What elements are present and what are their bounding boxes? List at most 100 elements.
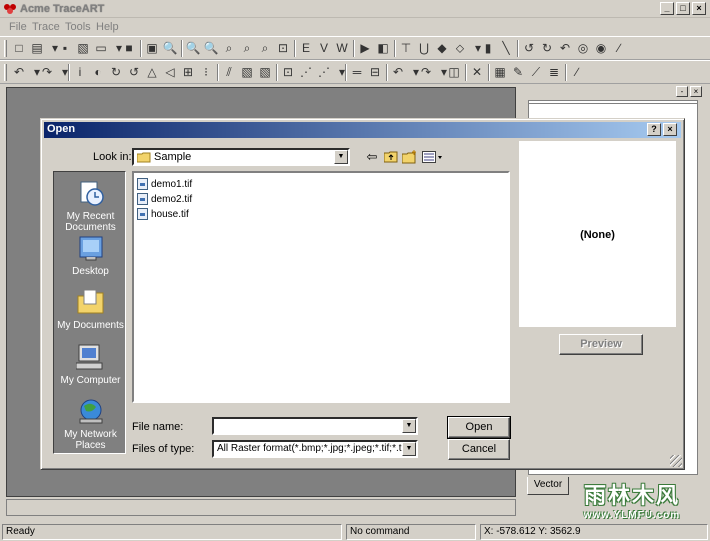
toolbar-tool-icon[interactable]: ↶ xyxy=(390,64,406,80)
file-list[interactable]: demo1.tif demo2.tif house.tif xyxy=(132,171,510,403)
panel-minimize-button[interactable]: - xyxy=(676,86,688,97)
menu-trace[interactable]: Trace xyxy=(32,21,60,33)
toolbar-tool-icon[interactable]: ▭ xyxy=(93,40,109,56)
toolbar-tool-icon[interactable]: ◐ xyxy=(90,64,106,80)
toolbar-tool-icon[interactable]: ↺ xyxy=(521,40,537,56)
toolbar-tool-icon[interactable]: ◎ xyxy=(575,40,591,56)
toolbar-tool-icon[interactable]: ◁ xyxy=(162,64,178,80)
toolbar-grip[interactable] xyxy=(4,40,7,57)
toolbar-tool-icon[interactable]: ↻ xyxy=(539,40,555,56)
dialog-close-button[interactable]: × xyxy=(663,123,677,136)
toolbar-tool-icon[interactable]: ▤ xyxy=(29,40,45,56)
menu-help[interactable]: Help xyxy=(96,21,119,33)
file-name-input[interactable]: ▼ xyxy=(212,417,418,435)
toolbar-tool-icon[interactable]: ⋰ xyxy=(316,64,332,80)
toolbar-tool-icon[interactable]: ↷ xyxy=(39,64,55,80)
toolbar-tool-icon[interactable]: V xyxy=(316,40,332,56)
toolbar-tool-icon[interactable]: ═ xyxy=(349,64,365,80)
view-menu-icon[interactable] xyxy=(421,149,445,165)
menu-tools[interactable]: Tools xyxy=(65,21,91,33)
toolbar-tool-icon[interactable]: ⌕ xyxy=(257,40,273,56)
place-network[interactable]: My Network Places xyxy=(54,396,127,451)
toolbar-tool-icon[interactable]: ⋃ xyxy=(416,40,432,56)
place-desktop[interactable]: Desktop xyxy=(54,233,127,277)
toolbar-tool-icon[interactable]: ⊤ xyxy=(398,40,414,56)
toolbar-tool-icon[interactable]: ⊡ xyxy=(280,64,296,80)
toolbar-tool-icon[interactable]: ↷ xyxy=(418,64,434,80)
file-item[interactable]: demo2.tif xyxy=(137,192,192,206)
new-folder-icon[interactable] xyxy=(401,149,419,165)
toolbar-tool-icon[interactable]: ▾ xyxy=(334,64,350,80)
open-button[interactable]: Open xyxy=(447,416,511,439)
resize-grip[interactable] xyxy=(670,455,682,467)
toolbar-tool-icon[interactable]: ▮ xyxy=(480,40,496,56)
preview-button[interactable]: Preview xyxy=(559,334,643,355)
toolbar-tool-icon[interactable]: ⟋ xyxy=(528,64,544,80)
menu-file[interactable]: File xyxy=(9,21,27,33)
toolbar-tool-icon[interactable]: ▧ xyxy=(75,40,91,56)
toolbar-tool-icon[interactable]: ↶ xyxy=(557,40,573,56)
toolbar-tool-icon[interactable]: ◫ xyxy=(446,64,462,80)
toolbar-tool-icon[interactable]: ⁝ xyxy=(198,64,214,80)
look-in-dropdown[interactable]: Sample ▼ xyxy=(132,148,350,166)
toolbar-tool-icon[interactable]: ✎ xyxy=(510,64,526,80)
close-button[interactable]: × xyxy=(692,2,706,15)
toolbar-tool-icon[interactable]: ↶ xyxy=(11,64,27,80)
toolbar-tool-icon[interactable]: ↺ xyxy=(126,64,142,80)
up-folder-icon[interactable] xyxy=(382,149,400,165)
minimize-button[interactable]: _ xyxy=(660,2,674,15)
toolbar-tool-icon[interactable]: 🔍 xyxy=(185,40,201,56)
toolbar-tool-icon[interactable]: ▣ xyxy=(144,40,160,56)
chevron-down-icon[interactable]: ▼ xyxy=(334,150,348,164)
dialog-help-button[interactable]: ? xyxy=(647,123,661,136)
place-recent-documents[interactable]: My Recent Documents xyxy=(54,178,127,233)
toolbar-tool-icon[interactable]: ↻ xyxy=(108,64,124,80)
back-icon[interactable]: ⇦ xyxy=(363,149,381,165)
panel-close-button[interactable]: × xyxy=(690,86,702,97)
toolbar-tool-icon[interactable]: ◆ xyxy=(434,40,450,56)
toolbar-tool-icon[interactable]: ✕ xyxy=(469,64,485,80)
toolbar-tool-icon[interactable]: ▦ xyxy=(492,64,508,80)
toolbar-tool-icon[interactable]: ≣ xyxy=(546,64,562,80)
toolbar-tool-icon[interactable]: ⫽ xyxy=(221,64,237,80)
toolbar-tool-icon[interactable]: △ xyxy=(144,64,160,80)
toolbar-tool-icon[interactable]: ▶ xyxy=(357,40,373,56)
file-item[interactable]: demo1.tif xyxy=(137,177,192,191)
toolbar-separator xyxy=(276,64,278,81)
cancel-button[interactable]: Cancel xyxy=(448,439,510,460)
toolbar-tool-icon[interactable]: 🔍 xyxy=(203,40,219,56)
toolbar-tool-icon[interactable]: i xyxy=(72,64,88,80)
toolbar-tool-icon[interactable]: ▾ xyxy=(57,64,73,80)
toolbar-tool-icon[interactable]: ▪ xyxy=(57,40,73,56)
file-item[interactable]: house.tif xyxy=(137,207,189,221)
toolbar-tool-icon[interactable]: ⌕ xyxy=(221,40,237,56)
toolbar-tool-icon[interactable]: ∕ xyxy=(611,40,627,56)
place-my-computer[interactable]: My Computer xyxy=(54,342,127,386)
toolbar-tool-icon[interactable]: ╲ xyxy=(498,40,514,56)
toolbar-tool-icon[interactable]: E xyxy=(298,40,314,56)
horizontal-scrollbar[interactable] xyxy=(6,499,516,516)
toolbar-tool-icon[interactable]: ⋰ xyxy=(298,64,314,80)
place-my-documents[interactable]: My Documents xyxy=(54,287,127,331)
toolbar-separator xyxy=(565,64,567,81)
toolbar-tool-icon[interactable]: □ xyxy=(11,40,27,56)
toolbar-tool-icon[interactable]: ■ xyxy=(121,40,137,56)
toolbar-tool-icon[interactable]: ◉ xyxy=(593,40,609,56)
toolbar-tool-icon[interactable]: ▧ xyxy=(257,64,273,80)
toolbar-grip[interactable] xyxy=(4,64,7,81)
toolbar-tool-icon[interactable]: ⊞ xyxy=(180,64,196,80)
toolbar-tool-icon[interactable]: ∕ xyxy=(569,64,585,80)
chevron-down-icon[interactable]: ▼ xyxy=(402,442,416,456)
toolbar-tool-icon[interactable]: ⌕ xyxy=(239,40,255,56)
toolbar-tool-icon[interactable]: ⊟ xyxy=(367,64,383,80)
toolbar-tool-icon[interactable]: ◧ xyxy=(375,40,391,56)
maximize-button[interactable]: □ xyxy=(676,2,690,15)
folder-icon xyxy=(137,152,151,163)
files-of-type-dropdown[interactable]: All Raster format(*.bmp;*.jpg;*.jpeg;*.t… xyxy=(212,440,418,458)
chevron-down-icon[interactable]: ▼ xyxy=(402,419,416,433)
toolbar-tool-icon[interactable]: ⊡ xyxy=(275,40,291,56)
toolbar-tool-icon[interactable]: 🔍 xyxy=(162,40,178,56)
toolbar-tool-icon[interactable]: ▧ xyxy=(239,64,255,80)
toolbar-tool-icon[interactable]: W xyxy=(334,40,350,56)
toolbar-tool-icon[interactable]: ⬦ xyxy=(452,40,468,56)
